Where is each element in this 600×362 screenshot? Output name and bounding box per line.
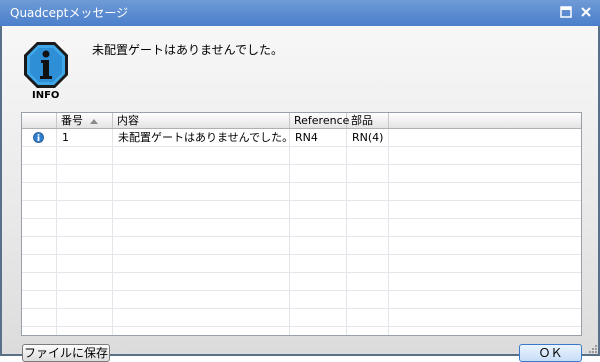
- table-row: [22, 273, 581, 291]
- dialog-body: INFO 未配置ゲートはありませんでした。 番号 内容 Reference 部品: [2, 26, 598, 362]
- table-row: [22, 255, 581, 273]
- message-table[interactable]: 番号 内容 Reference 部品 1 未配置ゲートはありませんでした。 RN…: [21, 112, 582, 336]
- close-icon[interactable]: [579, 5, 593, 19]
- row-content: 未配置ゲートはありませんでした。: [118, 131, 290, 144]
- title-bar[interactable]: Quadceptメッセージ: [0, 0, 600, 26]
- table-row: [22, 219, 581, 237]
- save-to-file-button[interactable]: ファイルに保存: [22, 344, 110, 362]
- row-part: RN(4): [352, 131, 384, 144]
- table-row: [22, 201, 581, 219]
- ok-button[interactable]: ＯＫ: [519, 344, 582, 362]
- sort-ascending-icon: [90, 118, 98, 124]
- info-icon: [24, 42, 68, 88]
- message-dialog: Quadceptメッセージ INFO 未配置ゲートはありませんでした。 番号 内…: [0, 0, 600, 362]
- column-header-number-label: 番号: [61, 114, 83, 127]
- table-header: 番号 内容 Reference 部品: [22, 113, 581, 129]
- table-row: [22, 237, 581, 255]
- message-text: 未配置ゲートはありませんでした。: [92, 43, 284, 57]
- maximize-icon[interactable]: [559, 5, 573, 19]
- table-row: [22, 183, 581, 201]
- column-header-part[interactable]: 部品: [347, 113, 389, 128]
- column-header-reference[interactable]: Reference: [290, 113, 349, 128]
- info-label: INFO: [32, 90, 60, 101]
- info-icon: [33, 132, 44, 143]
- row-number: 1: [62, 131, 69, 144]
- table-row: [22, 147, 581, 165]
- table-row: [22, 165, 581, 183]
- window-title: Quadceptメッセージ: [10, 6, 129, 20]
- table-row[interactable]: 1 未配置ゲートはありませんでした。 RN4 RN(4): [22, 129, 581, 147]
- column-header-number[interactable]: 番号: [57, 113, 113, 128]
- column-header-content[interactable]: 内容: [113, 113, 290, 128]
- row-reference: RN4: [295, 131, 318, 144]
- column-header-icon[interactable]: [22, 113, 57, 128]
- table-row: [22, 291, 581, 309]
- table-row: [22, 309, 581, 327]
- resize-grip-icon[interactable]: [588, 344, 598, 354]
